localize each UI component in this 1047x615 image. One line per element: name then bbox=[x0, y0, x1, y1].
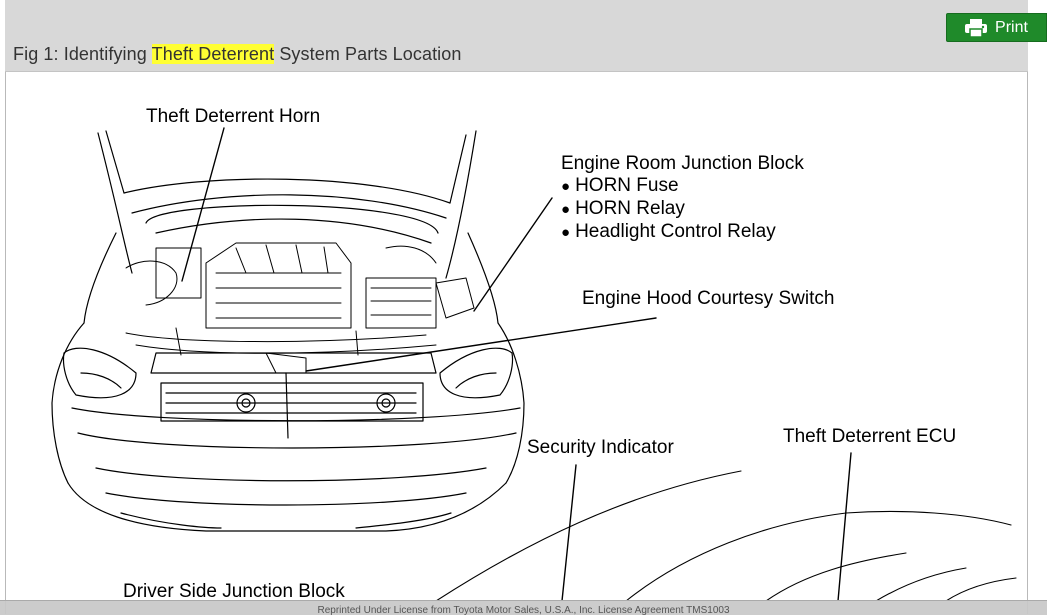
title-suffix: System Parts Location bbox=[274, 44, 462, 64]
figure-title: Fig 1: Identifying Theft Deterrent Syste… bbox=[13, 44, 462, 65]
label-security-indicator: Security Indicator bbox=[527, 437, 674, 458]
list-item: ● HORN Relay bbox=[561, 198, 685, 219]
vehicle-body-drawing bbox=[51, 232, 525, 532]
vehicle-diagram bbox=[51, 127, 1017, 601]
title-highlight: Theft Deterrent bbox=[151, 44, 275, 64]
dashboard-drawing bbox=[435, 470, 1017, 601]
print-button[interactable]: Print bbox=[946, 13, 1047, 42]
title-prefix: Fig 1: Identifying bbox=[13, 44, 152, 64]
list-item: ● HORN Fuse bbox=[561, 175, 679, 196]
vehicle-hood-drawing bbox=[97, 130, 477, 279]
junction-block-items: ● HORN Fuse ● HORN Relay ● Headlight Contro… bbox=[561, 175, 776, 244]
label-theft-deterrent-ecu: Theft Deterrent ECU bbox=[783, 426, 957, 447]
printer-icon bbox=[965, 18, 988, 37]
license-footer: Reprinted Under License from Toyota Moto… bbox=[0, 600, 1047, 615]
label-engine-hood-courtesy-switch: Engine Hood Courtesy Switch bbox=[582, 288, 835, 309]
label-engine-room-junction-block: Engine Room Junction Block bbox=[561, 153, 804, 174]
list-item: ● Headlight Control Relay bbox=[561, 221, 776, 242]
label-theft-deterrent-horn: Theft Deterrent Horn bbox=[146, 106, 321, 127]
print-label: Print bbox=[995, 18, 1028, 36]
